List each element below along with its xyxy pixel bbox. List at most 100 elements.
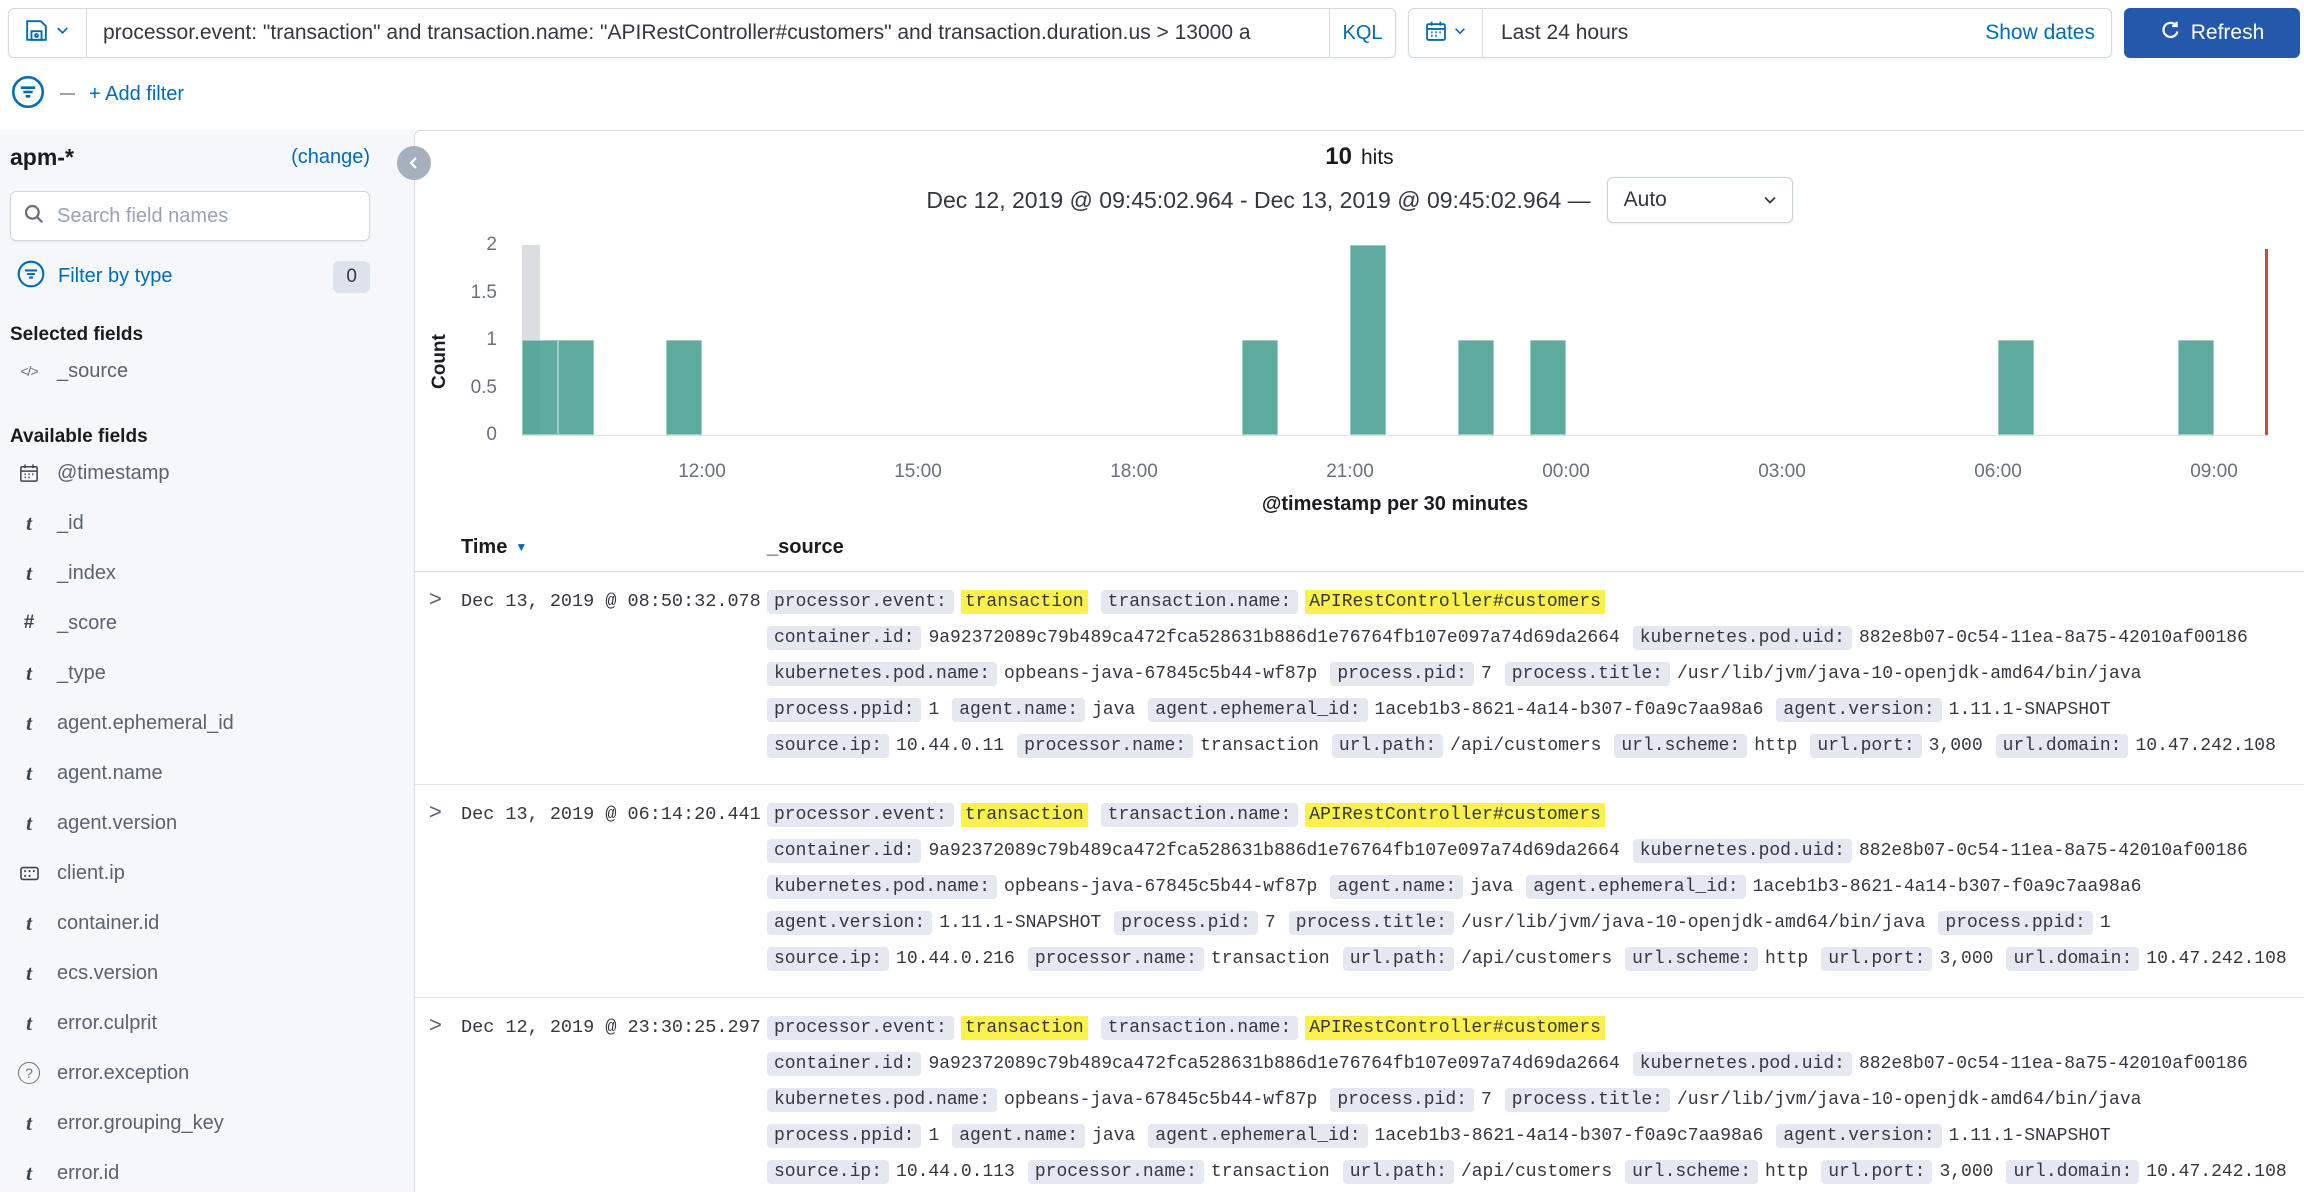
y-tick-label: 1.5: [415, 282, 497, 304]
query-language-button[interactable]: KQL: [1329, 9, 1395, 57]
field-item-@timestamp[interactable]: @timestamp: [10, 448, 370, 498]
field-value: 10.44.0.216: [896, 949, 1015, 969]
calendar-menu-button[interactable]: [1409, 9, 1483, 57]
histogram-bar[interactable]: [666, 340, 702, 435]
field-item-agent.name[interactable]: tagent.name: [10, 748, 370, 798]
field-label: _index: [57, 562, 116, 585]
field-key-badge: transaction.name:: [1101, 1016, 1299, 1040]
expand-row-button[interactable]: >: [429, 1012, 442, 1038]
table-header: Time▼ _source: [415, 526, 2304, 572]
chevron-down-icon: [1762, 192, 1778, 208]
field-key-badge: url.path:: [1343, 1160, 1454, 1184]
selected-fields-list: </>_source: [10, 346, 370, 396]
collapse-sidebar-button[interactable]: [397, 146, 431, 180]
field-item-_source[interactable]: </>_source: [10, 346, 370, 396]
histogram-bar[interactable]: [1998, 340, 2034, 435]
source-line: kubernetes.pod.name:opbeans-java-67845c5…: [767, 1084, 2292, 1120]
top-bar: processor.event: "transaction" and trans…: [0, 0, 2304, 130]
query-input[interactable]: processor.event: "transaction" and trans…: [87, 9, 1329, 57]
source-line: source.ip:10.44.0.113processor.name:tran…: [767, 1156, 2292, 1192]
hits-label: hits: [1361, 146, 1394, 170]
filter-icon[interactable]: [10, 74, 46, 115]
filter-by-type-label: Filter by type: [58, 265, 172, 288]
field-label: @timestamp: [57, 462, 170, 485]
field-key-badge: kubernetes.pod.uid:: [1633, 839, 1852, 863]
unknown-field-icon: ?: [16, 1062, 42, 1084]
field-item-error.exception[interactable]: ? error.exception: [10, 1048, 370, 1098]
source-field-icon: </>: [16, 363, 42, 379]
field-value: java: [1470, 877, 1513, 897]
field-value: 9a92372089c79b489ca472fca528631b886d1e76…: [928, 841, 1619, 861]
field-key-badge: agent.version:: [1776, 698, 1941, 722]
filter-divider: [60, 93, 75, 95]
field-item-agent.ephemeral_id[interactable]: tagent.ephemeral_id: [10, 698, 370, 748]
save-icon: [25, 19, 48, 47]
field-value: 9a92372089c79b489ca472fca528631b886d1e76…: [928, 1054, 1619, 1074]
sort-down-icon: ▼: [515, 540, 527, 554]
field-value: 1aceb1b3-8621-4a14-b307-f0a9c7aa98a6: [1375, 700, 1764, 720]
source-line: kubernetes.pod.name:opbeans-java-67845c5…: [767, 871, 2292, 907]
filter-count-badge: 0: [333, 261, 370, 293]
source-line: process.ppid:1agent.name:javaagent.ephem…: [767, 1120, 2292, 1156]
table-row: >Dec 13, 2019 @ 08:50:32.078processor.ev…: [415, 572, 2304, 785]
field-value: http: [1765, 949, 1808, 969]
saved-query-menu-button[interactable]: [9, 9, 87, 57]
field-value: opbeans-java-67845c5b44-wf87p: [1004, 1090, 1317, 1110]
chevron-down-icon: [55, 23, 70, 43]
field-item-_id[interactable]: t_id: [10, 498, 370, 548]
histogram-bar[interactable]: [522, 340, 558, 435]
histogram-bar[interactable]: [1350, 245, 1386, 435]
histogram-bar[interactable]: [1530, 340, 1566, 435]
field-label: agent.name: [57, 762, 163, 785]
chevron-left-icon: [406, 155, 422, 171]
field-value: transaction: [1211, 1162, 1330, 1182]
change-index-pattern-link[interactable]: (change): [291, 146, 370, 169]
field-item-_score[interactable]: #_score: [10, 598, 370, 648]
field-key-badge: url.port:: [1821, 1160, 1932, 1184]
field-key-badge: agent.ephemeral_id:: [1148, 1124, 1367, 1148]
source-line: processor.event:transactiontransaction.n…: [767, 586, 2292, 622]
refresh-icon: [2160, 20, 2181, 47]
refresh-button[interactable]: Refresh: [2124, 8, 2300, 58]
field-value: 10.44.0.113: [896, 1162, 1015, 1182]
expand-row-button[interactable]: >: [429, 586, 442, 612]
field-key-badge: process.title:: [1505, 1088, 1670, 1112]
field-item-error.culprit[interactable]: terror.culprit: [10, 998, 370, 1048]
row-source: processor.event:transactiontransaction.n…: [767, 799, 2292, 979]
field-item-error.grouping_key[interactable]: terror.grouping_key: [10, 1098, 370, 1148]
histogram-bar[interactable]: [2178, 340, 2214, 435]
field-value: 1.11.1-SNAPSHOT: [939, 913, 1101, 933]
expand-row-button[interactable]: >: [429, 799, 442, 825]
field-item-_index[interactable]: t_index: [10, 548, 370, 598]
field-item-error.id[interactable]: terror.id: [10, 1148, 370, 1198]
field-value: http: [1754, 736, 1797, 756]
source-line: agent.version:1.11.1-SNAPSHOTprocess.pid…: [767, 907, 2292, 943]
field-key-badge: url.port:: [1810, 734, 1921, 758]
add-filter-button[interactable]: + Add filter: [89, 83, 184, 106]
field-value: 882e8b07-0c54-11ea-8a75-42010af00186: [1859, 628, 2248, 648]
field-item-client.ip[interactable]: client.ip: [10, 848, 370, 898]
field-search-input[interactable]: Search field names: [10, 191, 370, 241]
interval-select[interactable]: Auto: [1607, 177, 1793, 223]
field-value: 3,000: [1939, 949, 1993, 969]
x-axis-label: @timestamp per 30 minutes: [522, 493, 2268, 516]
histogram-plot-area[interactable]: [522, 246, 2268, 436]
field-item-ecs.version[interactable]: tecs.version: [10, 948, 370, 998]
histogram-bar[interactable]: [558, 340, 594, 435]
time-range-value[interactable]: Last 24 hours: [1483, 9, 1985, 57]
field-item-_type[interactable]: t_type: [10, 648, 370, 698]
field-key-badge: processor.event:: [767, 803, 954, 827]
show-dates-link[interactable]: Show dates: [1985, 9, 2111, 57]
field-item-container.id[interactable]: tcontainer.id: [10, 898, 370, 948]
field-key-badge: agent.name:: [952, 1124, 1085, 1148]
field-value: 1: [2100, 913, 2111, 933]
field-value: 882e8b07-0c54-11ea-8a75-42010af00186: [1859, 1054, 2248, 1074]
field-label: error.exception: [57, 1062, 189, 1085]
time-column-header[interactable]: Time▼: [461, 536, 527, 559]
histogram-bar[interactable]: [1242, 340, 1278, 435]
histogram-bar[interactable]: [1458, 340, 1494, 435]
field-value: 1: [928, 700, 939, 720]
source-line: source.ip:10.44.0.216processor.name:tran…: [767, 943, 2292, 979]
filter-by-type[interactable]: Filter by type 0: [10, 259, 370, 294]
field-item-agent.version[interactable]: tagent.version: [10, 798, 370, 848]
